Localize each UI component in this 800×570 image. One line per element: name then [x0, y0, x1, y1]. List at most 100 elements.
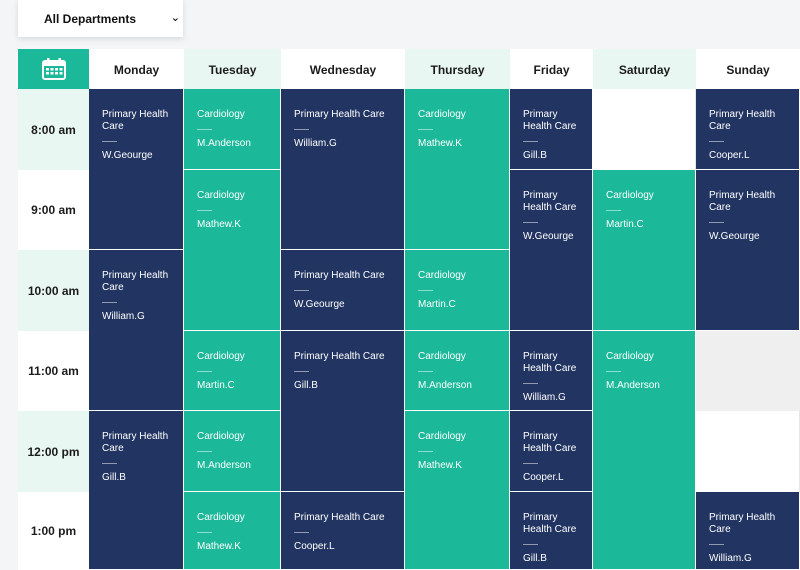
empty-slot: [593, 89, 696, 170]
time-label: 10:00 am: [18, 250, 89, 331]
event-divider: [294, 371, 309, 372]
event-doctor: Mathew.K: [197, 219, 241, 230]
schedule-event[interactable]: Primary Health Care Cooper.L: [696, 89, 800, 170]
schedule-event[interactable]: Primary Health Care Cooper.L: [281, 492, 405, 570]
event-department: Cardiology: [418, 270, 466, 281]
department-filter-value: All Departments: [44, 12, 137, 26]
event-divider: [709, 544, 724, 545]
event-doctor: William.G: [102, 311, 145, 322]
event-department: Cardiology: [197, 109, 245, 120]
schedule-event[interactable]: Cardiology M.Anderson: [184, 411, 281, 492]
schedule-event[interactable]: Cardiology M.Anderson: [405, 331, 510, 411]
event-divider: [523, 544, 538, 545]
schedule-event[interactable]: Primary Health Care Gill.B: [89, 411, 184, 570]
event-department: Cardiology: [418, 351, 466, 362]
event-divider: [709, 141, 724, 142]
schedule-event[interactable]: Primary Health Care William.G: [89, 250, 184, 411]
event-doctor: W.Geourge: [294, 299, 345, 310]
day-header-tuesday: Tuesday: [184, 49, 281, 89]
event-divider: [102, 463, 117, 464]
schedule-event[interactable]: Cardiology M.Anderson: [593, 331, 696, 570]
schedule-event[interactable]: Primary Health Care William.G: [696, 492, 800, 570]
event-divider: [606, 371, 621, 372]
event-department: Primary Health Care: [709, 190, 776, 213]
event-doctor: W.Geourge: [523, 231, 574, 242]
department-filter-select[interactable]: All Departments ⌄: [18, 0, 183, 37]
event-department: Primary Health Care: [709, 109, 776, 132]
schedule-event[interactable]: Cardiology M.Anderson: [184, 89, 281, 170]
event-department: Cardiology: [418, 431, 466, 442]
schedule-event[interactable]: Cardiology Mathew.K: [184, 170, 281, 331]
day-header-sunday: Sunday: [696, 49, 800, 89]
chevron-down-icon: ⌄: [170, 12, 180, 24]
time-label: 1:00 pm: [18, 492, 89, 570]
day-header-thursday: Thursday: [405, 49, 510, 89]
schedule-event[interactable]: Cardiology Mathew.K: [184, 492, 281, 570]
schedule-event[interactable]: Primary Health Care Gill.B: [281, 331, 405, 492]
event-department: Cardiology: [606, 190, 654, 201]
event-divider: [197, 129, 212, 130]
event-department: Cardiology: [197, 190, 245, 201]
event-divider: [197, 532, 212, 533]
schedule-event[interactable]: Cardiology Mathew.K: [405, 89, 510, 250]
schedule-event[interactable]: Primary Health Care W.Geourge: [510, 170, 593, 331]
event-divider: [418, 371, 433, 372]
schedule-event[interactable]: Primary Health Care William.G: [281, 89, 405, 250]
event-department: Primary Health Care: [102, 109, 169, 132]
calendar-icon: [18, 49, 89, 89]
time-label: 9:00 am: [18, 170, 89, 250]
event-department: Cardiology: [197, 512, 245, 523]
event-doctor: William.G: [523, 392, 566, 403]
event-department: Primary Health Care: [709, 512, 776, 535]
schedule-event[interactable]: Cardiology Mathew.K: [405, 411, 510, 570]
event-doctor: M.Anderson: [197, 138, 251, 149]
event-doctor: Cooper.L: [523, 472, 564, 483]
schedule-event[interactable]: Primary Health Care W.Geourge: [89, 89, 184, 250]
event-doctor: Cooper.L: [294, 541, 335, 552]
time-label: 12:00 pm: [18, 411, 89, 492]
event-divider: [523, 141, 538, 142]
event-doctor: Gill.B: [523, 553, 547, 564]
event-department: Primary Health Care: [523, 512, 577, 535]
event-department: Primary Health Care: [102, 431, 169, 454]
event-doctor: Mathew.K: [197, 541, 241, 552]
event-department: Primary Health Care: [294, 270, 385, 281]
event-divider: [294, 532, 309, 533]
schedule-event[interactable]: Primary Health Care Gill.B: [510, 89, 593, 170]
event-department: Primary Health Care: [294, 109, 385, 120]
time-label: 8:00 am: [18, 89, 89, 170]
schedule-event[interactable]: Primary Health Care Cooper.L: [510, 411, 593, 492]
event-department: Primary Health Care: [523, 109, 577, 132]
event-doctor: Martin.C: [606, 219, 644, 230]
event-divider: [197, 371, 212, 372]
event-department: Cardiology: [418, 109, 466, 120]
schedule-event[interactable]: Primary Health Care William.G: [510, 331, 593, 411]
event-department: Cardiology: [197, 351, 245, 362]
event-divider: [102, 141, 117, 142]
event-doctor: M.Anderson: [197, 460, 251, 471]
event-divider: [523, 222, 538, 223]
event-department: Primary Health Care: [102, 270, 169, 293]
event-doctor: M.Anderson: [606, 380, 660, 391]
schedule-event[interactable]: Cardiology Martin.C: [405, 250, 510, 331]
event-divider: [102, 302, 117, 303]
schedule-event[interactable]: Cardiology Martin.C: [593, 170, 696, 331]
day-header-saturday: Saturday: [593, 49, 696, 89]
event-doctor: M.Anderson: [418, 380, 472, 391]
event-doctor: Gill.B: [294, 380, 318, 391]
event-doctor: Martin.C: [197, 380, 235, 391]
schedule-event[interactable]: Primary Health Care W.Geourge: [696, 170, 800, 331]
schedule-event[interactable]: Cardiology Martin.C: [184, 331, 281, 411]
event-doctor: Gill.B: [102, 472, 126, 483]
event-divider: [523, 383, 538, 384]
empty-slot: [696, 411, 800, 492]
event-department: Cardiology: [197, 431, 245, 442]
schedule-event[interactable]: Primary Health Care W.Geourge: [281, 250, 405, 331]
empty-slot: [696, 331, 800, 411]
event-divider: [606, 210, 621, 211]
event-department: Primary Health Care: [523, 190, 577, 213]
event-doctor: Martin.C: [418, 299, 456, 310]
event-divider: [709, 222, 724, 223]
schedule-event[interactable]: Primary Health Care Gill.B: [510, 492, 593, 570]
time-label: 11:00 am: [18, 331, 89, 411]
